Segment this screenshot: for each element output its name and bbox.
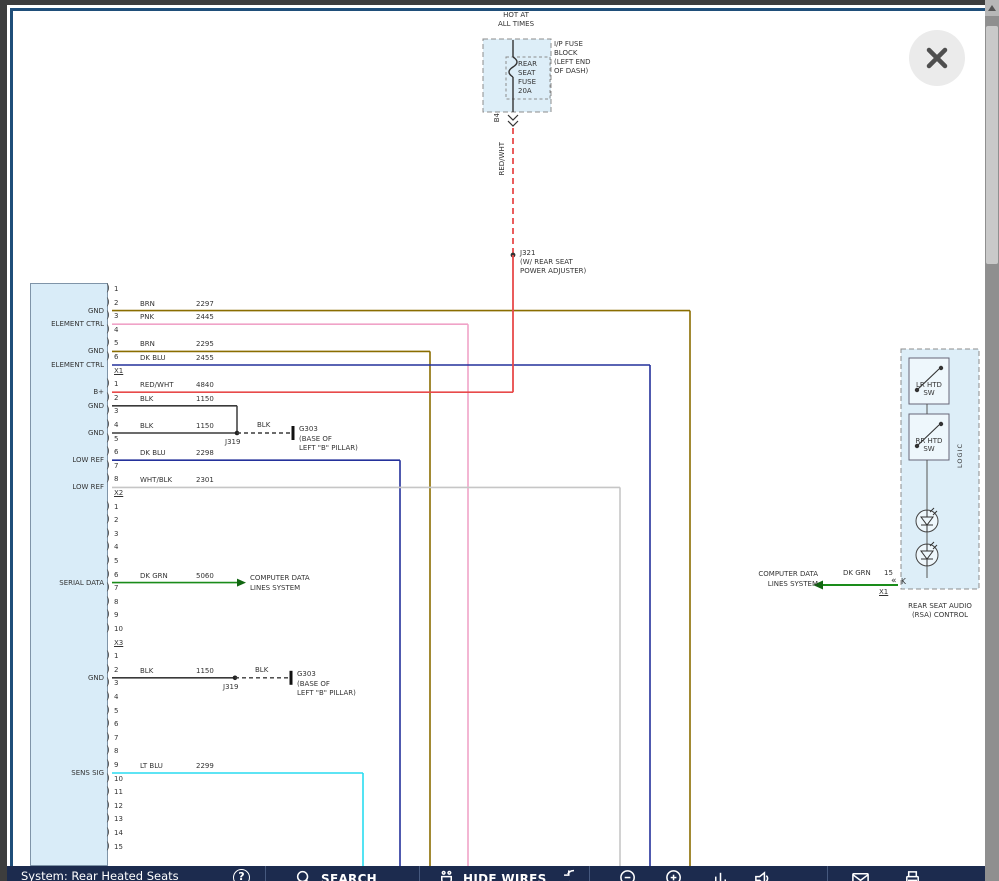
toolbar-divider (419, 866, 420, 881)
undo-button[interactable] (555, 869, 574, 881)
levels-button[interactable] (711, 869, 730, 881)
left-connector-box (30, 283, 108, 866)
system-status: System: Rear Heated Seats (21, 869, 179, 881)
help-icon: ? (233, 869, 250, 881)
undo-icon (555, 869, 574, 881)
volume-icon (753, 869, 772, 881)
zoom-in-icon (665, 869, 684, 881)
search-icon (295, 869, 314, 881)
system-label: System: Rear Heated Seats (21, 869, 179, 881)
search-button-label: SEARCH (321, 872, 377, 881)
zoom-out-icon (619, 869, 638, 881)
print-icon (903, 869, 922, 881)
close-icon (924, 45, 950, 71)
print-button[interactable] (903, 869, 922, 881)
email-icon (851, 869, 870, 881)
hide-wires-button[interactable]: HIDE WIRES (437, 869, 547, 881)
scrollbar-thumb[interactable] (986, 26, 998, 264)
zoom-out-button[interactable] (619, 869, 638, 881)
scroll-up-button[interactable] (985, 0, 999, 16)
app-window: HOT AT ALL TIMES REAR SEAT FUSE 20A I/P … (0, 0, 999, 881)
close-button[interactable] (909, 30, 965, 86)
help-button[interactable]: ? (233, 869, 250, 881)
hide-wires-icon (437, 869, 456, 881)
scrollbar-track[interactable] (985, 0, 999, 881)
levels-icon (711, 869, 730, 881)
email-button[interactable] (851, 869, 870, 881)
page-border-left (10, 8, 13, 866)
toolbar-divider (265, 866, 266, 881)
toolbar-divider (589, 866, 590, 881)
diagram-canvas (7, 5, 985, 866)
search-button[interactable]: SEARCH (295, 869, 377, 881)
page-border-top (10, 8, 985, 11)
zoom-in-button[interactable] (665, 869, 684, 881)
hide-wires-button-label: HIDE WIRES (463, 872, 547, 881)
toolbar-divider (827, 866, 828, 881)
bottom-toolbar: System: Rear Heated Seats ? SEARCH HIDE … (7, 866, 985, 881)
volume-button[interactable] (753, 869, 772, 881)
